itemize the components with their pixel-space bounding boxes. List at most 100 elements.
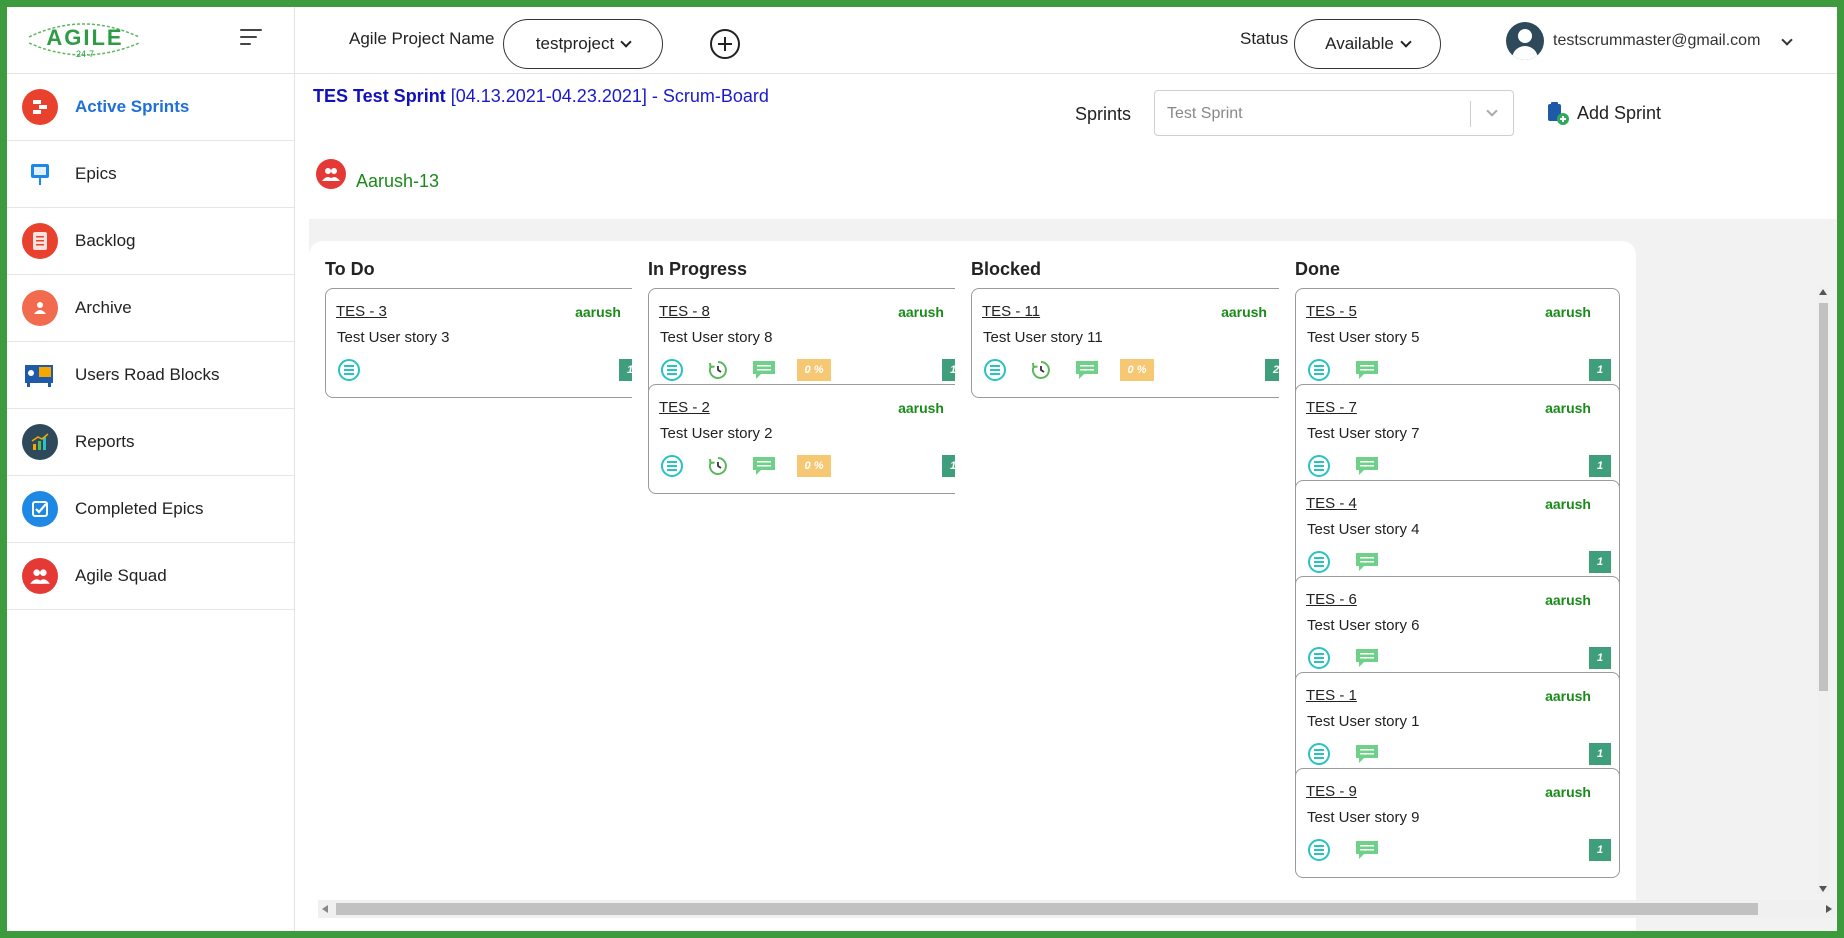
sidebar-item-completed-epics[interactable]: Completed Epics [7,476,294,543]
story-key-link[interactable]: TES - 6 [1306,591,1357,608]
card-icons [1308,455,1400,477]
sprint-select[interactable]: Test Sprint [1154,90,1514,136]
comment-icon[interactable] [1354,455,1380,477]
user-email[interactable]: testscrummaster@gmail.com [1553,32,1760,50]
history-clock-icon[interactable] [707,455,729,477]
chevron-down-icon [1400,35,1412,48]
story-card[interactable]: TES - 6 aarush Test User story 6 1 [1295,576,1620,686]
description-icon[interactable] [338,359,360,381]
assignee-name: aarush [898,400,944,416]
description-icon[interactable] [1308,359,1330,381]
history-clock-icon[interactable] [1030,359,1052,381]
sidebar-item-archive[interactable]: Archive [7,275,294,342]
sidebar-item-epics[interactable]: Epics [7,141,294,208]
comment-icon[interactable] [1354,647,1380,669]
story-card[interactable]: TES - 9 aarush Test User story 9 1 [1295,768,1620,878]
assignee-name: aarush [1221,304,1267,320]
description-icon[interactable] [1308,647,1330,669]
description-icon[interactable] [1308,551,1330,573]
story-title: Test User story 9 [1307,809,1420,826]
svg-text:24·7: 24·7 [76,49,94,59]
horizontal-scrollbar[interactable] [318,900,1836,918]
sprints-label: Sprints [1075,104,1132,124]
card-icons: 0 % [661,359,831,381]
scrum-board: To Do TES - 3 aarush Test User story 3 1 In P… [309,219,1837,931]
history-clock-icon[interactable] [707,359,729,381]
status-select-value: Available [1325,34,1394,53]
vertical-scroll-thumb[interactable] [1819,303,1828,691]
squad-name[interactable]: Aarush-13 [356,171,439,192]
story-title: Test User story 11 [983,329,1103,346]
user-menu-chevron-icon[interactable] [1781,34,1793,46]
description-icon[interactable] [661,455,683,477]
comment-icon[interactable] [1354,839,1380,861]
column-title: Blocked [971,259,1042,279]
add-sprint-label: Add Sprint [1577,102,1662,123]
description-icon[interactable] [661,359,683,381]
story-card[interactable]: TES - 2 aarush Test User story 20 % 1 [648,384,973,494]
story-card[interactable]: TES - 4 aarush Test User story 4 1 [1295,480,1620,590]
sidebar-item-reports[interactable]: Reports [7,409,294,476]
progress-badge: 0 % [797,455,831,477]
column-blocked: Blocked TES - 11 aarush Test User story 11 0… [955,241,1312,931]
sidebar-item-users-road-blocks[interactable]: Users Road Blocks [7,342,294,409]
story-key-link[interactable]: TES - 4 [1306,495,1357,512]
sprint-name: TES Test Sprint [313,86,446,106]
comment-icon[interactable] [1354,743,1380,765]
description-icon[interactable] [1308,839,1330,861]
project-select[interactable]: testproject [503,19,663,69]
backlog-icon [22,223,58,259]
menu-toggle-icon[interactable] [240,29,264,49]
chevron-down-icon [1486,105,1498,117]
avatar[interactable] [1506,22,1544,60]
sidebar-item-backlog[interactable]: Backlog [7,208,294,275]
comment-icon[interactable] [1074,359,1100,381]
description-icon[interactable] [984,359,1006,381]
road-blocks-icon [22,357,58,393]
story-key-link[interactable]: TES - 2 [659,399,710,416]
story-card[interactable]: TES - 11 aarush Test User story 11 0 % 2 [971,288,1296,398]
status-select[interactable]: Available [1294,19,1441,69]
add-project-button[interactable] [710,29,740,59]
main-content: TES Test Sprint [04.13.2021-04.23.2021] … [296,74,1837,931]
story-card[interactable]: TES - 8 aarush Test User story 80 % 1 [648,288,973,398]
horizontal-scroll-thumb[interactable] [336,903,1758,915]
epics-icon [22,156,58,192]
story-card[interactable]: TES - 3 aarush Test User story 31 [325,288,650,398]
card-icons [1308,743,1400,765]
assignee-name: aarush [898,304,944,320]
description-icon[interactable] [1308,743,1330,765]
story-card[interactable]: TES - 1 aarush Test User story 1 1 [1295,672,1620,782]
story-key-link[interactable]: TES - 5 [1306,303,1357,320]
sidebar-item-agile-squad[interactable]: Agile Squad [7,543,294,610]
scroll-down-icon[interactable] [1819,886,1827,892]
story-card[interactable]: TES - 7 aarush Test User story 7 1 [1295,384,1620,494]
add-sprint-button[interactable]: Add Sprint [1545,100,1661,126]
comment-icon[interactable] [751,359,777,381]
sidebar-item-label: Active Sprints [75,97,190,116]
sprint-range: [04.13.2021-04.23.2021] - Scrum-Board [450,86,769,106]
story-key-link[interactable]: TES - 8 [659,303,710,320]
scroll-right-icon[interactable] [1826,905,1832,913]
top-header: AGILE 24·7 Agile Project Name testprojec… [7,7,1837,74]
story-key-link[interactable]: TES - 11 [982,303,1040,320]
sidebar-item-active-sprints[interactable]: Active Sprints [7,74,294,141]
comment-icon[interactable] [1354,551,1380,573]
scroll-up-icon[interactable] [1819,289,1827,295]
comment-icon[interactable] [751,455,777,477]
scroll-left-icon[interactable] [322,905,328,913]
story-key-link[interactable]: TES - 1 [1306,687,1357,704]
description-icon[interactable] [1308,455,1330,477]
progress-badge: 0 % [1120,359,1154,381]
status-label: Status [1240,29,1289,48]
story-card[interactable]: TES - 5 aarush Test User story 5 1 [1295,288,1620,398]
reports-icon [22,424,58,460]
vertical-scrollbar[interactable] [1817,287,1829,894]
agile-logo[interactable]: AGILE 24·7 [23,17,147,61]
column-title: To Do [325,259,375,279]
comment-icon[interactable] [1354,359,1380,381]
story-key-link[interactable]: TES - 9 [1306,783,1357,800]
card-icons [1308,839,1400,861]
story-key-link[interactable]: TES - 7 [1306,399,1357,416]
story-key-link[interactable]: TES - 3 [336,303,387,320]
